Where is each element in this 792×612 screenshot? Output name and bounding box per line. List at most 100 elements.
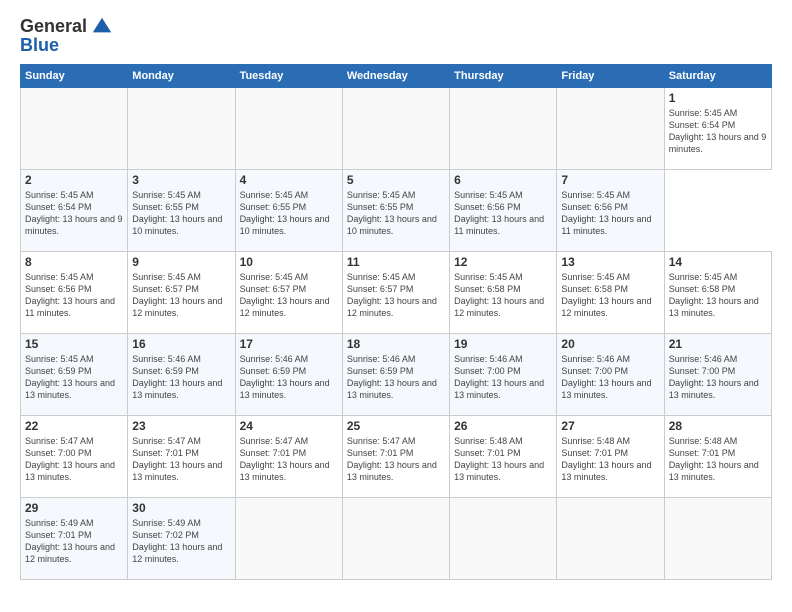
weekday-header-sunday: Sunday (21, 65, 128, 88)
day-cell-5: 5 Sunrise: 5:45 AMSunset: 6:55 PMDayligh… (342, 170, 449, 252)
day-cell-19: 19 Sunrise: 5:46 AMSunset: 7:00 PMDaylig… (450, 334, 557, 416)
day-content: Sunrise: 5:45 AMSunset: 6:55 PMDaylight:… (240, 189, 338, 238)
day-content: Sunrise: 5:46 AMSunset: 7:00 PMDaylight:… (454, 353, 552, 402)
day-content: Sunrise: 5:45 AMSunset: 6:55 PMDaylight:… (132, 189, 230, 238)
empty-cell (450, 88, 557, 170)
weekday-header-friday: Friday (557, 65, 664, 88)
day-content: Sunrise: 5:47 AMSunset: 7:01 PMDaylight:… (240, 435, 338, 484)
day-content: Sunrise: 5:46 AMSunset: 6:59 PMDaylight:… (347, 353, 445, 402)
day-content: Sunrise: 5:45 AMSunset: 6:57 PMDaylight:… (347, 271, 445, 320)
day-content: Sunrise: 5:45 AMSunset: 6:54 PMDaylight:… (25, 189, 123, 238)
day-cell-26: 26 Sunrise: 5:48 AMSunset: 7:01 PMDaylig… (450, 416, 557, 498)
empty-cell (342, 498, 449, 580)
day-cell-30: 30 Sunrise: 5:49 AMSunset: 7:02 PMDaylig… (128, 498, 235, 580)
day-cell-14: 14 Sunrise: 5:45 AMSunset: 6:58 PMDaylig… (664, 252, 771, 334)
day-number: 10 (240, 255, 338, 269)
day-content: Sunrise: 5:45 AMSunset: 6:56 PMDaylight:… (561, 189, 659, 238)
day-content: Sunrise: 5:47 AMSunset: 7:01 PMDaylight:… (132, 435, 230, 484)
day-number: 22 (25, 419, 123, 433)
day-number: 24 (240, 419, 338, 433)
week-row-3: 15 Sunrise: 5:45 AMSunset: 6:59 PMDaylig… (21, 334, 772, 416)
week-row-4: 22 Sunrise: 5:47 AMSunset: 7:00 PMDaylig… (21, 416, 772, 498)
day-cell-2: 2 Sunrise: 5:45 AMSunset: 6:54 PMDayligh… (21, 170, 128, 252)
day-number: 2 (25, 173, 123, 187)
day-content: Sunrise: 5:49 AMSunset: 7:02 PMDaylight:… (132, 517, 230, 566)
day-cell-25: 25 Sunrise: 5:47 AMSunset: 7:01 PMDaylig… (342, 416, 449, 498)
day-content: Sunrise: 5:48 AMSunset: 7:01 PMDaylight:… (454, 435, 552, 484)
empty-cell (235, 498, 342, 580)
empty-cell (342, 88, 449, 170)
day-number: 1 (669, 91, 767, 105)
empty-cell (557, 498, 664, 580)
day-number: 26 (454, 419, 552, 433)
day-cell-21: 21 Sunrise: 5:46 AMSunset: 7:00 PMDaylig… (664, 334, 771, 416)
day-number: 28 (669, 419, 767, 433)
week-row-2: 8 Sunrise: 5:45 AMSunset: 6:56 PMDayligh… (21, 252, 772, 334)
empty-cell (128, 88, 235, 170)
day-number: 8 (25, 255, 123, 269)
day-content: Sunrise: 5:45 AMSunset: 6:58 PMDaylight:… (669, 271, 767, 320)
day-cell-20: 20 Sunrise: 5:46 AMSunset: 7:00 PMDaylig… (557, 334, 664, 416)
day-cell-15: 15 Sunrise: 5:45 AMSunset: 6:59 PMDaylig… (21, 334, 128, 416)
day-cell-13: 13 Sunrise: 5:45 AMSunset: 6:58 PMDaylig… (557, 252, 664, 334)
day-content: Sunrise: 5:46 AMSunset: 6:59 PMDaylight:… (132, 353, 230, 402)
day-cell-23: 23 Sunrise: 5:47 AMSunset: 7:01 PMDaylig… (128, 416, 235, 498)
day-cell-28: 28 Sunrise: 5:48 AMSunset: 7:01 PMDaylig… (664, 416, 771, 498)
logo-triangle-icon (91, 15, 113, 37)
day-number: 15 (25, 337, 123, 351)
day-content: Sunrise: 5:45 AMSunset: 6:56 PMDaylight:… (454, 189, 552, 238)
empty-cell (557, 88, 664, 170)
weekday-header-tuesday: Tuesday (235, 65, 342, 88)
day-number: 9 (132, 255, 230, 269)
day-number: 17 (240, 337, 338, 351)
day-number: 12 (454, 255, 552, 269)
day-cell-1: 1 Sunrise: 5:45 AMSunset: 6:54 PMDayligh… (664, 88, 771, 170)
day-number: 7 (561, 173, 659, 187)
day-number: 18 (347, 337, 445, 351)
day-content: Sunrise: 5:45 AMSunset: 6:57 PMDaylight:… (132, 271, 230, 320)
day-number: 29 (25, 501, 123, 515)
day-cell-7: 7 Sunrise: 5:45 AMSunset: 6:56 PMDayligh… (557, 170, 664, 252)
day-number: 3 (132, 173, 230, 187)
day-content: Sunrise: 5:45 AMSunset: 6:58 PMDaylight:… (454, 271, 552, 320)
day-number: 20 (561, 337, 659, 351)
day-number: 4 (240, 173, 338, 187)
day-content: Sunrise: 5:46 AMSunset: 6:59 PMDaylight:… (240, 353, 338, 402)
empty-cell (450, 498, 557, 580)
day-cell-27: 27 Sunrise: 5:48 AMSunset: 7:01 PMDaylig… (557, 416, 664, 498)
page: General Blue SundayMondayTuesdayWednesda… (0, 0, 792, 612)
day-cell-16: 16 Sunrise: 5:46 AMSunset: 6:59 PMDaylig… (128, 334, 235, 416)
day-cell-11: 11 Sunrise: 5:45 AMSunset: 6:57 PMDaylig… (342, 252, 449, 334)
day-number: 16 (132, 337, 230, 351)
day-content: Sunrise: 5:45 AMSunset: 6:58 PMDaylight:… (561, 271, 659, 320)
day-content: Sunrise: 5:47 AMSunset: 7:00 PMDaylight:… (25, 435, 123, 484)
day-content: Sunrise: 5:46 AMSunset: 7:00 PMDaylight:… (561, 353, 659, 402)
day-number: 21 (669, 337, 767, 351)
weekday-header-wednesday: Wednesday (342, 65, 449, 88)
calendar-table: SundayMondayTuesdayWednesdayThursdayFrid… (20, 64, 772, 580)
day-content: Sunrise: 5:46 AMSunset: 7:00 PMDaylight:… (669, 353, 767, 402)
day-number: 27 (561, 419, 659, 433)
week-row-0: 1 Sunrise: 5:45 AMSunset: 6:54 PMDayligh… (21, 88, 772, 170)
day-cell-17: 17 Sunrise: 5:46 AMSunset: 6:59 PMDaylig… (235, 334, 342, 416)
day-content: Sunrise: 5:45 AMSunset: 6:55 PMDaylight:… (347, 189, 445, 238)
day-cell-10: 10 Sunrise: 5:45 AMSunset: 6:57 PMDaylig… (235, 252, 342, 334)
logo: General Blue (20, 15, 113, 56)
day-number: 25 (347, 419, 445, 433)
weekday-header-row: SundayMondayTuesdayWednesdayThursdayFrid… (21, 65, 772, 88)
day-content: Sunrise: 5:47 AMSunset: 7:01 PMDaylight:… (347, 435, 445, 484)
day-number: 11 (347, 255, 445, 269)
day-number: 5 (347, 173, 445, 187)
logo-blue-text: Blue (20, 35, 59, 56)
header: General Blue (20, 15, 772, 56)
day-number: 23 (132, 419, 230, 433)
day-number: 13 (561, 255, 659, 269)
day-number: 19 (454, 337, 552, 351)
day-content: Sunrise: 5:45 AMSunset: 6:54 PMDaylight:… (669, 107, 767, 156)
day-number: 30 (132, 501, 230, 515)
day-content: Sunrise: 5:45 AMSunset: 6:57 PMDaylight:… (240, 271, 338, 320)
day-number: 14 (669, 255, 767, 269)
week-row-5: 29 Sunrise: 5:49 AMSunset: 7:01 PMDaylig… (21, 498, 772, 580)
day-content: Sunrise: 5:48 AMSunset: 7:01 PMDaylight:… (669, 435, 767, 484)
day-cell-22: 22 Sunrise: 5:47 AMSunset: 7:00 PMDaylig… (21, 416, 128, 498)
